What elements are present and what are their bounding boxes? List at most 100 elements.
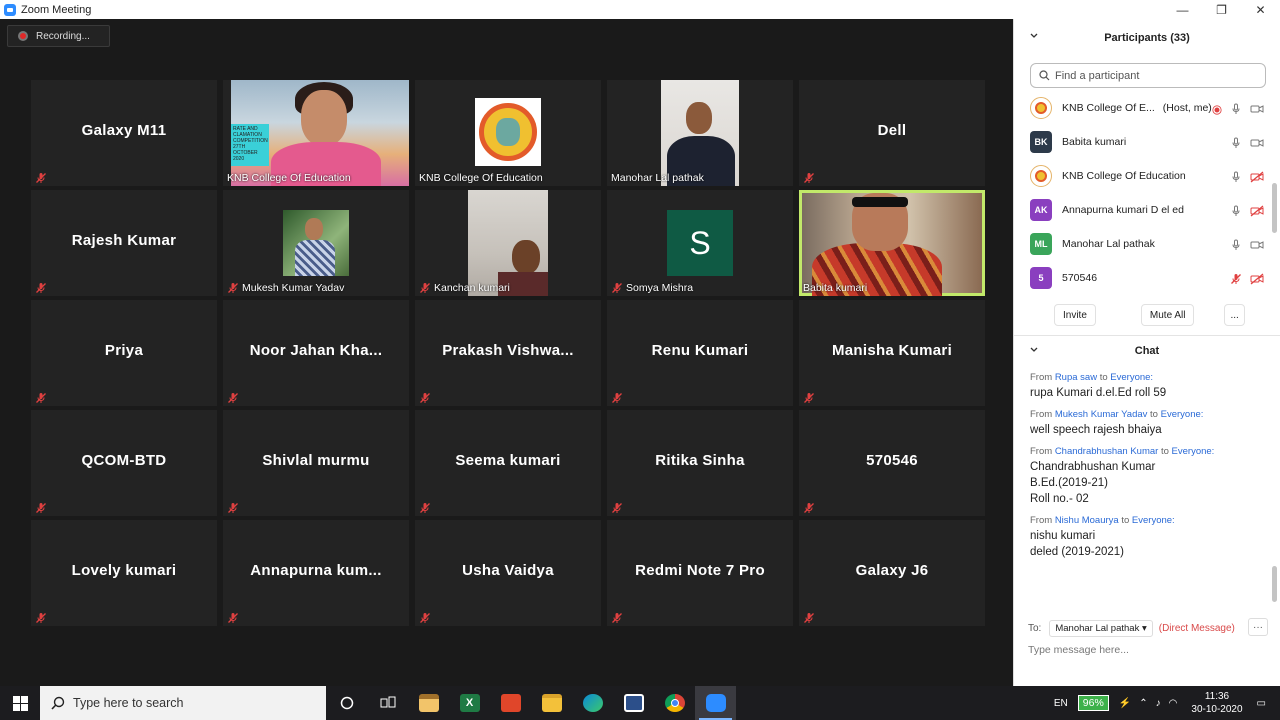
chat-message-header: From Nishu Moaurya to Everyone: xyxy=(1030,515,1264,526)
chat-more-button[interactable]: ··· xyxy=(1248,618,1268,636)
camera-icon[interactable] xyxy=(1250,238,1264,256)
task-view-icon[interactable] xyxy=(367,686,408,720)
participant-tile[interactable]: Priya xyxy=(31,300,217,406)
participant-row[interactable]: BK Babita kumari xyxy=(1014,125,1280,159)
file-explorer-icon[interactable] xyxy=(531,686,572,720)
participant-tile[interactable]: Manohar Lal pathak xyxy=(607,80,793,186)
mute-all-button[interactable]: Mute All xyxy=(1140,304,1195,326)
microphone-icon[interactable] xyxy=(1230,136,1242,154)
battery-indicator[interactable]: 96% xyxy=(1077,695,1109,711)
participant-name: Seema kumari xyxy=(455,452,561,469)
photos-icon[interactable] xyxy=(613,686,654,720)
participant-tile[interactable]: Manisha Kumari xyxy=(799,300,985,406)
participant-tile[interactable]: Kanchan kumari xyxy=(415,190,601,296)
participant-row[interactable]: 5 570546 xyxy=(1014,261,1280,295)
chevron-down-icon[interactable] xyxy=(1030,32,1038,40)
taskbar-search[interactable]: Type here to search xyxy=(40,686,326,720)
close-button[interactable]: ✕ xyxy=(1241,0,1280,19)
participant-row[interactable]: KNB College Of E... (Host, me) xyxy=(1014,91,1280,125)
chat-sender[interactable]: Chandrabhushan Kumar xyxy=(1055,446,1159,457)
chat-scrollbar[interactable] xyxy=(1272,566,1277,602)
camera-off-icon[interactable] xyxy=(1250,204,1264,222)
participant-tile[interactable]: Prakash Vishwa... xyxy=(415,300,601,406)
camera-icon[interactable] xyxy=(1250,102,1264,120)
participant-tile[interactable]: Renu Kumari xyxy=(607,300,793,406)
participant-tile[interactable]: 570546 xyxy=(799,410,985,516)
volume-icon[interactable]: ♪ xyxy=(1156,698,1161,709)
participant-name: 570546 xyxy=(1062,272,1098,284)
participant-tile[interactable]: Dell xyxy=(799,80,985,186)
participant-tile[interactable]: QCOM-BTD xyxy=(31,410,217,516)
chevron-down-icon[interactable] xyxy=(1030,346,1038,354)
chat-recipient[interactable]: Everyone: xyxy=(1161,409,1204,420)
zoom-icon[interactable] xyxy=(695,686,736,720)
microphone-icon[interactable] xyxy=(1230,204,1242,222)
microphone-muted-icon[interactable] xyxy=(1230,272,1242,290)
direct-message-label: (Direct Message) xyxy=(1158,622,1235,634)
chat-sender[interactable]: Mukesh Kumar Yadav xyxy=(1055,409,1148,420)
participant-tile[interactable]: Rajesh Kumar xyxy=(31,190,217,296)
participant-tile[interactable]: Galaxy J6 xyxy=(799,520,985,626)
office-icon[interactable] xyxy=(490,686,531,720)
participant-search[interactable] xyxy=(1030,63,1266,88)
chat-recipient[interactable]: Everyone: xyxy=(1132,515,1175,526)
chrome-icon[interactable] xyxy=(654,686,695,720)
participant-caption: Mukesh Kumar Yadav xyxy=(227,282,344,294)
microphone-icon[interactable] xyxy=(1230,238,1242,256)
participant-tile[interactable]: S Somya Mishra xyxy=(607,190,793,296)
power-icon[interactable]: ⚡ xyxy=(1119,698,1131,709)
participant-tile[interactable]: Noor Jahan Kha... xyxy=(223,300,409,406)
participant-row[interactable]: KNB College Of Education xyxy=(1014,159,1280,193)
chat-input[interactable]: Type message here... xyxy=(1028,644,1129,656)
participant-tile[interactable]: Ritika Sinha xyxy=(607,410,793,516)
participant-tile[interactable]: Galaxy M11 xyxy=(31,80,217,186)
notifications-icon[interactable]: ▭ xyxy=(1257,698,1266,709)
chevron-up-icon[interactable]: ⌃ xyxy=(1139,698,1147,709)
participant-tile[interactable]: Shivlal murmu xyxy=(223,410,409,516)
participant-tile[interactable]: RATE AND CLAMATION COMPETITION 27TH OCTO… xyxy=(223,80,409,186)
camera-icon[interactable] xyxy=(1250,136,1264,154)
avatar: S xyxy=(667,210,733,276)
participant-status xyxy=(1230,170,1264,188)
more-button[interactable]: ... xyxy=(1224,304,1245,326)
participant-row[interactable]: AK Annapurna kumari D el ed xyxy=(1014,193,1280,227)
participant-row[interactable]: ML Manohar Lal pathak xyxy=(1014,227,1280,261)
participant-tile[interactable]: KNB College Of Education xyxy=(415,80,601,186)
participant-status xyxy=(1230,238,1264,256)
recording-indicator[interactable]: Recording... xyxy=(7,25,110,47)
participant-tile[interactable]: Seema kumari xyxy=(415,410,601,516)
title-bar: Zoom Meeting — ❐ ✕ xyxy=(0,0,1280,19)
microphone-icon[interactable] xyxy=(1230,170,1242,188)
participant-tile[interactable]: Annapurna kum... xyxy=(223,520,409,626)
store-icon[interactable] xyxy=(408,686,449,720)
chat-sender[interactable]: Nishu Moaurya xyxy=(1055,515,1119,526)
wifi-icon[interactable]: ◠ xyxy=(1169,698,1178,709)
participant-status xyxy=(1230,204,1264,222)
camera-off-icon[interactable] xyxy=(1250,272,1264,290)
minimize-button[interactable]: — xyxy=(1163,0,1202,19)
recipient-dropdown[interactable]: Manohar Lal pathak ▾ xyxy=(1049,619,1153,637)
participant-tile[interactable]: Babita kumari xyxy=(799,190,985,296)
camera-off-icon[interactable] xyxy=(1250,170,1264,188)
participant-tile[interactable]: Redmi Note 7 Pro xyxy=(607,520,793,626)
participant-tile[interactable]: Usha Vaidya xyxy=(415,520,601,626)
participant-caption: KNB College Of Education xyxy=(419,172,543,184)
clock[interactable]: 11:36 30-10-2020 xyxy=(1191,690,1242,716)
cortana-icon[interactable] xyxy=(326,686,367,720)
chat-recipient[interactable]: Everyone: xyxy=(1172,446,1215,457)
chat-sender[interactable]: Rupa saw xyxy=(1055,372,1097,383)
search-icon xyxy=(51,696,65,710)
language-indicator[interactable]: EN xyxy=(1054,698,1068,709)
participant-status xyxy=(1212,102,1264,120)
participant-tile[interactable]: Mukesh Kumar Yadav xyxy=(223,190,409,296)
invite-button[interactable]: Invite xyxy=(1054,304,1096,326)
edge-icon[interactable] xyxy=(572,686,613,720)
participant-name: Annapurna kumari D el ed xyxy=(1062,204,1184,216)
participant-tile[interactable]: Lovely kumari xyxy=(31,520,217,626)
chat-recipient[interactable]: Everyone: xyxy=(1110,372,1153,383)
excel-icon[interactable]: X xyxy=(449,686,490,720)
microphone-icon[interactable] xyxy=(1230,102,1242,120)
participant-search-input[interactable] xyxy=(1055,69,1255,82)
windows-start-button[interactable] xyxy=(0,686,40,720)
maximize-button[interactable]: ❐ xyxy=(1202,0,1241,19)
